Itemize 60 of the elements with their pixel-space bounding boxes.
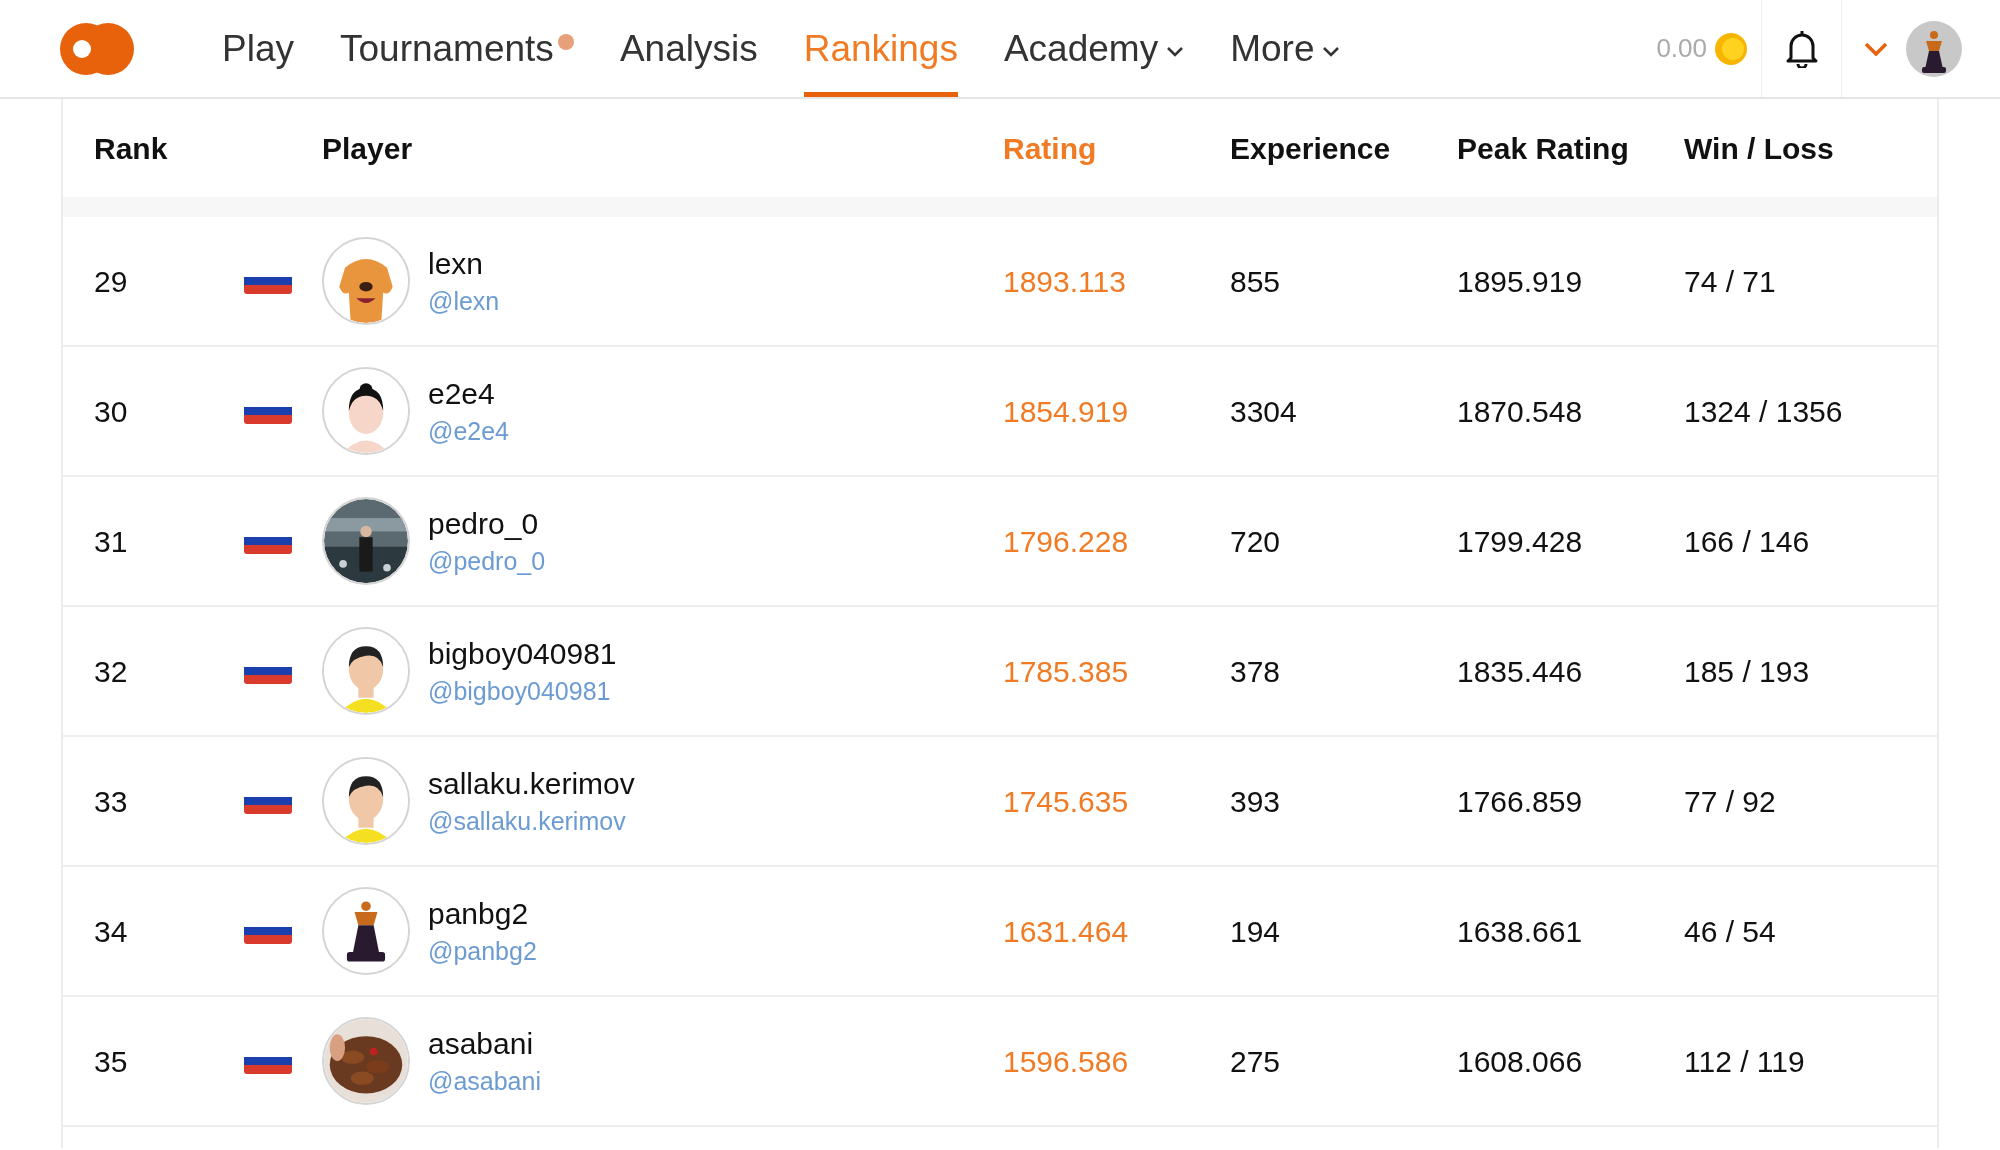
rating-cell: 1596.586 [1003, 1044, 1129, 1078]
win-loss-cell: 46 / 54 [1684, 914, 1776, 948]
user-avatar-icon[interactable] [1906, 20, 1962, 77]
chevron-down-icon[interactable] [1864, 41, 1888, 56]
win-loss-cell: 185 / 193 [1684, 654, 1810, 688]
experience-cell: 194 [1230, 914, 1281, 948]
rank-cell: 35 [94, 1044, 128, 1078]
rating-cell: 1796.228 [1003, 524, 1129, 558]
peak-rating-cell: 1638.661 [1457, 914, 1583, 948]
column-header[interactable]: Player [322, 125, 1003, 171]
player-name[interactable]: bigboy040981 [428, 634, 617, 673]
coin-icon [1715, 32, 1747, 65]
chevron-down-icon [1166, 45, 1185, 58]
experience-cell: 378 [1230, 654, 1281, 688]
player-name[interactable]: pedro_0 [428, 504, 546, 543]
rank-cell: 34 [94, 914, 128, 948]
rank-cell: 30 [94, 394, 128, 428]
logo-icon[interactable] [60, 22, 134, 75]
peak-rating-cell: 1799.428 [1457, 524, 1583, 558]
nav-tab[interactable]: Tournaments [340, 0, 574, 97]
column-header[interactable]: Peak Rating [1457, 125, 1684, 171]
chevron-down-icon [1322, 45, 1341, 58]
rank-cell: 32 [94, 654, 128, 688]
rank-cell: 33 [94, 784, 128, 818]
peak-rating-cell: 1870.548 [1457, 394, 1583, 428]
experience-cell: 720 [1230, 524, 1281, 558]
player-name[interactable]: asabani [428, 1024, 541, 1063]
peak-rating-cell: 1835.446 [1457, 654, 1583, 688]
coin-balance: 0.00 [1656, 32, 1707, 65]
column-header[interactable]: Win / Loss [1684, 125, 1937, 171]
rank-cell: 29 [94, 264, 128, 298]
player-name[interactable]: panbg2 [428, 894, 537, 933]
experience-cell: 393 [1230, 784, 1281, 818]
nav-tab[interactable]: Analysis [619, 0, 758, 97]
win-loss-cell: 1324 / 1356 [1684, 394, 1843, 428]
experience-cell: 855 [1230, 264, 1281, 298]
experience-cell: 275 [1230, 1044, 1281, 1078]
player-name[interactable]: lexn [428, 244, 500, 283]
rating-cell: 1893.113 [1003, 264, 1126, 298]
rating-cell: 1745.635 [1003, 784, 1129, 818]
nav-tab[interactable]: Play [222, 0, 294, 97]
win-loss-cell: 77 / 92 [1684, 784, 1776, 818]
column-header[interactable]: Experience [1230, 125, 1457, 171]
column-header[interactable]: Rank [94, 125, 244, 171]
player-name[interactable]: e2e4 [428, 374, 509, 413]
peak-rating-cell: 1766.859 [1457, 784, 1583, 818]
player-name[interactable]: sallaku.kerimov [428, 764, 635, 803]
notification-bell-icon[interactable] [1784, 29, 1819, 68]
win-loss-cell: 166 / 146 [1684, 524, 1810, 558]
rank-cell: 31 [94, 524, 128, 558]
nav-tab[interactable]: Academy [1003, 0, 1185, 97]
win-loss-cell: 112 / 119 [1684, 1044, 1805, 1078]
rating-cell: 1631.464 [1003, 914, 1129, 948]
nav-tab[interactable]: More [1230, 0, 1341, 97]
peak-rating-cell: 1608.066 [1457, 1044, 1583, 1078]
peak-rating-cell: 1895.919 [1457, 264, 1583, 298]
rating-cell: 1854.919 [1003, 394, 1129, 428]
win-loss-cell: 74 / 71 [1684, 264, 1776, 298]
experience-cell: 3304 [1230, 394, 1297, 428]
rating-cell: 1785.385 [1003, 654, 1129, 688]
